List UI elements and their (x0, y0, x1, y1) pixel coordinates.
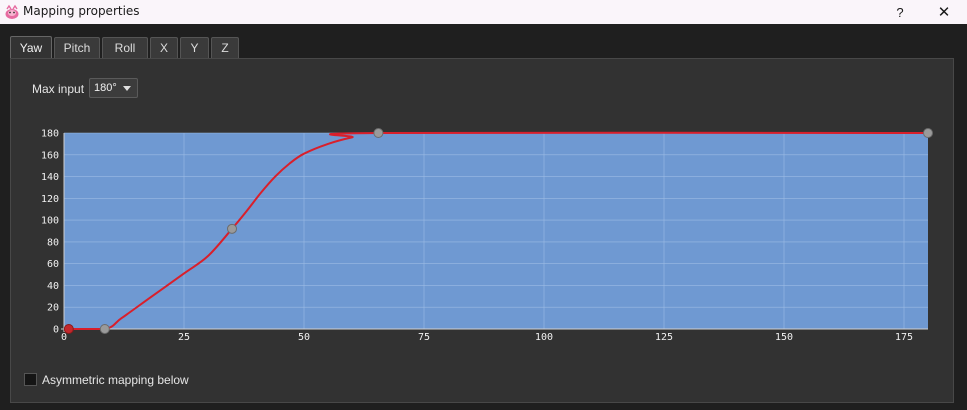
x-tick-label: 25 (178, 332, 190, 343)
y-tick-label: 120 (41, 194, 59, 205)
x-tick-label: 150 (775, 332, 793, 343)
plot-area (64, 133, 928, 329)
y-tick-label: 40 (47, 281, 59, 292)
control-point[interactable] (99, 324, 110, 334)
x-tick-label: 125 (655, 332, 673, 343)
y-tick-label: 20 (47, 303, 59, 314)
x-tick-label: 175 (895, 332, 913, 343)
y-tick-label: 140 (41, 172, 59, 183)
control-point[interactable] (63, 324, 74, 334)
control-point[interactable] (373, 128, 384, 138)
x-tick-label: 50 (298, 332, 310, 343)
y-tick-label: 100 (41, 216, 59, 227)
control-point[interactable] (923, 128, 933, 138)
y-tick-label: 160 (41, 150, 59, 161)
x-tick-label: 75 (418, 332, 430, 343)
x-tick-label: 100 (535, 332, 553, 343)
y-tick-label: 180 (41, 129, 59, 140)
mapping-curve-chart[interactable]: 0 20 40 60 80 100 120 140 160 180 0 25 50 75 100 125 150… (0, 0, 967, 410)
asymmetric-label: Asymmetric mapping below (42, 373, 189, 387)
y-tick-label: 0 (53, 325, 59, 336)
control-point[interactable] (227, 223, 237, 234)
y-tick-label: 60 (47, 259, 59, 270)
asymmetric-checkbox[interactable] (24, 373, 37, 386)
y-tick-label: 80 (47, 237, 59, 248)
x-tick-label: 0 (61, 332, 67, 343)
